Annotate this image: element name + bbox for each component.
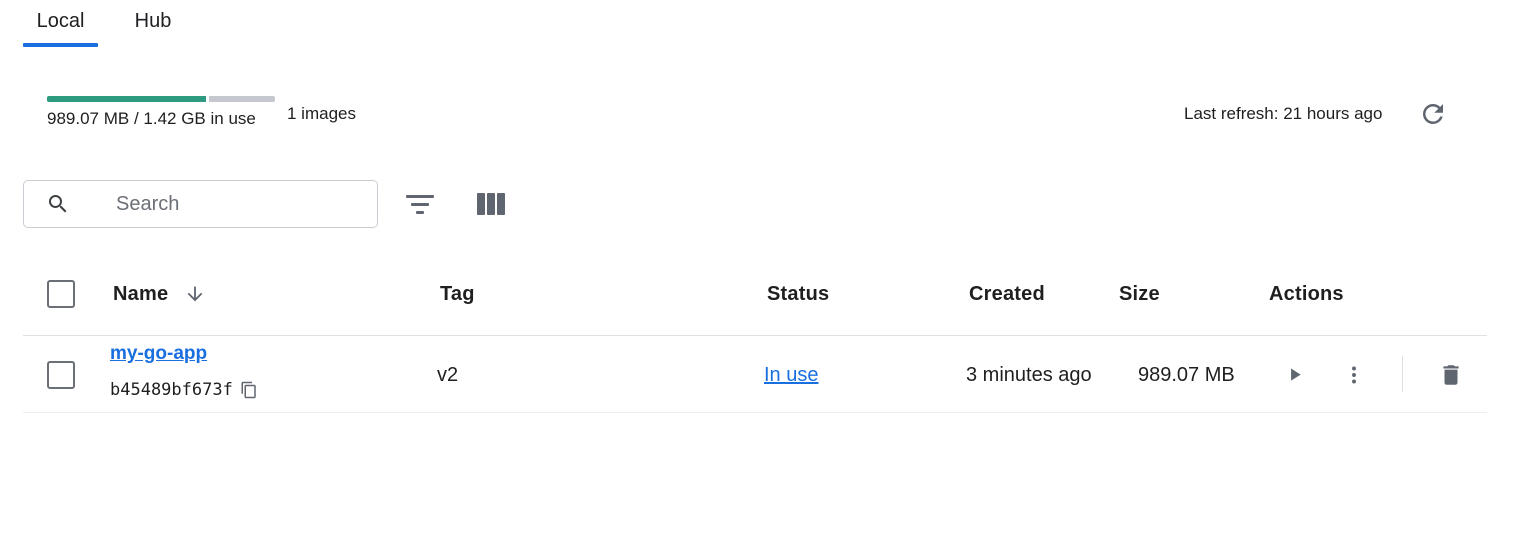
image-status-link[interactable]: In use [764,364,818,387]
disk-usage-bar-free [209,96,275,102]
trash-icon [1443,365,1459,385]
tab-local-label: Local [36,10,85,32]
table-row-divider [23,412,1487,413]
column-header-tag[interactable]: Tag [440,283,475,306]
refresh-button[interactable] [1418,99,1448,129]
image-tag: v2 [437,364,459,386]
column-header-size[interactable]: Size [1119,283,1160,306]
sort-button[interactable] [184,283,206,305]
filter-button[interactable] [403,190,437,220]
actions-divider [1402,356,1403,392]
last-refresh-text: Last refresh: 21 hours ago [1184,104,1383,123]
tab-hub[interactable]: Hub [123,10,183,48]
image-created: 3 minutes ago [966,364,1092,386]
copy-id-button[interactable] [240,381,258,399]
active-tab-indicator [23,43,98,47]
disk-usage-bar-used [47,96,206,102]
column-header-status[interactable]: Status [767,283,829,306]
search-icon [49,195,67,213]
search-box [23,180,378,228]
tab-hub-label: Hub [134,10,172,32]
filter-icon [406,195,434,214]
search-input[interactable] [114,189,364,219]
image-id: b45489bf673f [110,380,233,400]
refresh-icon [1423,104,1443,124]
copy-icon [241,381,256,399]
columns-icon [477,193,505,215]
column-header-actions: Actions [1269,283,1344,305]
run-button[interactable] [1282,362,1308,388]
play-icon [1291,368,1301,381]
table-header-divider [23,335,1487,336]
images-count: 1 images [287,104,356,123]
select-all-checkbox[interactable] [47,280,75,308]
column-header-created[interactable]: Created [969,283,1045,306]
delete-button[interactable] [1438,362,1464,388]
disk-usage-text: 989.07 MB / 1.42 GB in use [47,109,256,128]
image-size: 989.07 MB [1138,364,1235,386]
column-header-name[interactable]: Name [113,283,168,306]
image-name-link[interactable]: my-go-app [110,343,207,365]
more-actions-button[interactable] [1341,362,1367,388]
arrow-down-icon [187,286,203,302]
columns-button[interactable] [475,190,509,220]
row-checkbox[interactable] [47,361,75,389]
more-vert-icon [1352,366,1356,384]
